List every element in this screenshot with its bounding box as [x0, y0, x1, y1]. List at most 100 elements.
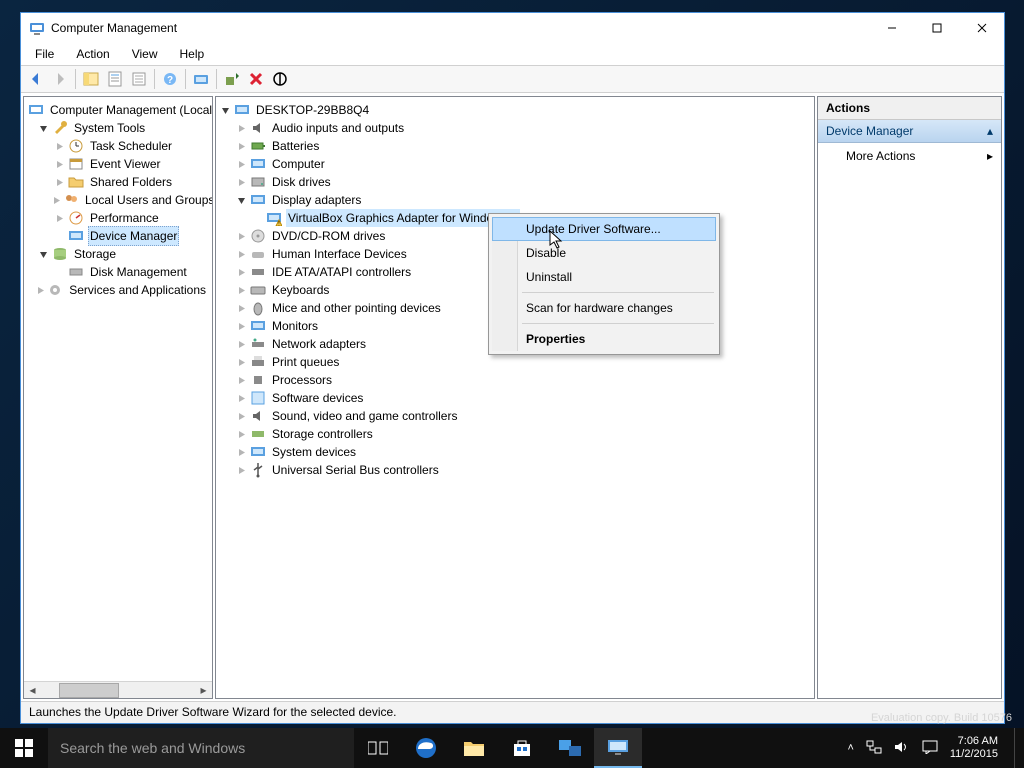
taskbar-edge[interactable]: [402, 728, 450, 768]
chevron-down-icon[interactable]: [36, 247, 50, 261]
chevron-right-icon[interactable]: [52, 157, 66, 171]
tree-disk-management[interactable]: Disk Management: [26, 263, 212, 281]
cat-sound[interactable]: Sound, video and game controllers: [218, 407, 814, 425]
tray-network-icon[interactable]: [866, 740, 882, 757]
chevron-down-icon[interactable]: [234, 193, 248, 207]
console-tree[interactable]: Computer Management (Local System Tools …: [24, 97, 212, 681]
chevron-right-icon[interactable]: [234, 229, 248, 243]
chevron-right-icon[interactable]: [52, 193, 61, 207]
taskbar-clock[interactable]: 7:06 AM 11/2/2015: [950, 735, 1002, 761]
start-button[interactable]: [0, 728, 48, 768]
task-view-button[interactable]: [354, 728, 402, 768]
actions-more[interactable]: More Actions ▸: [818, 143, 1001, 169]
cat-usb[interactable]: Universal Serial Bus controllers: [218, 461, 814, 479]
tree-performance[interactable]: Performance: [26, 209, 212, 227]
cpu-icon: [250, 372, 266, 388]
cm-update-driver[interactable]: Update Driver Software...: [492, 217, 716, 241]
show-hide-tree-button[interactable]: [80, 68, 102, 90]
chevron-right-icon[interactable]: [52, 139, 66, 153]
menu-action[interactable]: Action: [66, 45, 119, 63]
taskbar-app-1[interactable]: [546, 728, 594, 768]
actions-section[interactable]: Device Manager ▴: [818, 120, 1001, 143]
tree-device-manager[interactable]: Device Manager: [26, 227, 212, 245]
chevron-right-icon[interactable]: [234, 265, 248, 279]
cat-print[interactable]: Print queues: [218, 353, 814, 371]
menu-file[interactable]: File: [25, 45, 64, 63]
taskbar-computer-management[interactable]: [594, 728, 642, 768]
cm-scan-hardware[interactable]: Scan for hardware changes: [492, 296, 716, 320]
collapse-icon[interactable]: ▴: [987, 124, 993, 138]
chevron-right-icon[interactable]: [234, 319, 248, 333]
minimize-button[interactable]: [869, 13, 914, 43]
chevron-right-icon[interactable]: [234, 409, 248, 423]
tray-volume-icon[interactable]: [894, 740, 910, 757]
cat-processors[interactable]: Processors: [218, 371, 814, 389]
chevron-right-icon[interactable]: [234, 139, 248, 153]
menu-help[interactable]: Help: [170, 45, 215, 63]
tree-root[interactable]: Computer Management (Local: [26, 101, 212, 119]
cat-software[interactable]: Software devices: [218, 389, 814, 407]
cat-computer[interactable]: Computer: [218, 155, 814, 173]
chevron-down-icon[interactable]: [36, 121, 50, 135]
chevron-right-icon[interactable]: [234, 445, 248, 459]
chevron-right-icon[interactable]: [234, 337, 248, 351]
chevron-right-icon[interactable]: [234, 427, 248, 441]
uninstall-button[interactable]: [245, 68, 267, 90]
chevron-right-icon[interactable]: [234, 283, 248, 297]
cm-uninstall[interactable]: Uninstall: [492, 265, 716, 289]
chevron-right-icon[interactable]: [36, 283, 45, 297]
tray-chevron-icon[interactable]: ˄: [847, 742, 853, 754]
tree-services[interactable]: Services and Applications: [26, 281, 212, 299]
scan-hardware-button[interactable]: [190, 68, 212, 90]
chevron-right-icon[interactable]: [234, 391, 248, 405]
scroll-right-icon[interactable]: ▸: [195, 683, 212, 698]
cat-display-adapters[interactable]: Display adapters: [218, 191, 814, 209]
chevron-right-icon[interactable]: [234, 463, 248, 477]
device-root[interactable]: DESKTOP-29BB8Q4: [218, 101, 814, 119]
chevron-right-icon[interactable]: [234, 157, 248, 171]
tree-shared-folders[interactable]: Shared Folders: [26, 173, 212, 191]
help-button[interactable]: ?: [159, 68, 181, 90]
close-button[interactable]: [959, 13, 1004, 43]
cm-properties[interactable]: Properties: [492, 327, 716, 351]
properties-button[interactable]: [104, 68, 126, 90]
forward-button[interactable]: [49, 68, 71, 90]
menu-view[interactable]: View: [122, 45, 168, 63]
cm-disable[interactable]: Disable: [492, 241, 716, 265]
show-desktop-button[interactable]: [1014, 728, 1020, 768]
tree-local-users[interactable]: Local Users and Groups: [26, 191, 212, 209]
tree-storage[interactable]: Storage: [26, 245, 212, 263]
tray-notifications-icon[interactable]: [922, 740, 938, 757]
taskbar-explorer[interactable]: [450, 728, 498, 768]
toolbar-separator: [216, 69, 217, 89]
tree-system-tools[interactable]: System Tools: [26, 119, 212, 137]
titlebar[interactable]: Computer Management: [21, 13, 1004, 43]
update-driver-button[interactable]: [221, 68, 243, 90]
taskbar-search[interactable]: Search the web and Windows: [48, 728, 354, 768]
chevron-right-icon[interactable]: [52, 175, 66, 189]
cat-system[interactable]: System devices: [218, 443, 814, 461]
cat-disk-drives[interactable]: Disk drives: [218, 173, 814, 191]
cat-audio[interactable]: Audio inputs and outputs: [218, 119, 814, 137]
scroll-left-icon[interactable]: ◂: [24, 683, 41, 698]
chevron-right-icon[interactable]: [234, 355, 248, 369]
chevron-right-icon[interactable]: [234, 247, 248, 261]
chevron-right-icon[interactable]: [234, 121, 248, 135]
chevron-right-icon[interactable]: [234, 175, 248, 189]
export-list-button[interactable]: [128, 68, 150, 90]
back-button[interactable]: [25, 68, 47, 90]
scrollbar-thumb[interactable]: [59, 683, 119, 698]
horizontal-scrollbar[interactable]: ◂ ▸: [24, 681, 212, 698]
tree-task-scheduler[interactable]: Task Scheduler: [26, 137, 212, 155]
cat-storage-ctl[interactable]: Storage controllers: [218, 425, 814, 443]
maximize-button[interactable]: [914, 13, 959, 43]
disable-button[interactable]: [269, 68, 291, 90]
chevron-right-icon[interactable]: [234, 373, 248, 387]
device-tree[interactable]: DESKTOP-29BB8Q4 Audio inputs and outputs…: [216, 97, 814, 698]
chevron-down-icon[interactable]: [218, 103, 232, 117]
chevron-right-icon[interactable]: [52, 211, 66, 225]
chevron-right-icon[interactable]: [234, 301, 248, 315]
taskbar-store[interactable]: [498, 728, 546, 768]
tree-event-viewer[interactable]: Event Viewer: [26, 155, 212, 173]
cat-batteries[interactable]: Batteries: [218, 137, 814, 155]
